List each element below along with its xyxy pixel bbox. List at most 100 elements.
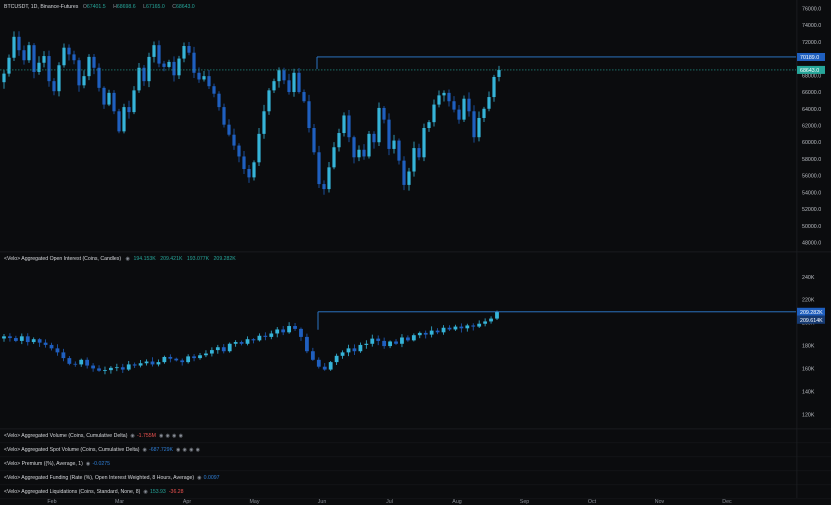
candle-body: [138, 363, 143, 366]
indicator-row[interactable]: <Velo> Premium ((%), Average, 1) ◉ -0.0275: [4, 461, 113, 467]
eye-icon[interactable]: ◉: [179, 433, 184, 439]
candle-body: [197, 72, 201, 80]
candle-body: [112, 92, 116, 112]
candle-body: [342, 115, 346, 134]
oi-title[interactable]: <Velo> Aggregated Open Interest (Coins, …: [4, 256, 121, 262]
candle-body: [144, 361, 149, 364]
indicator-row[interactable]: <Velo> Aggregated Funding (Rate (%), Ope…: [4, 475, 223, 481]
candle-body: [277, 70, 281, 82]
candle-body: [157, 45, 161, 64]
candle-body: [127, 107, 131, 113]
y-tick-label: 50000.0: [802, 224, 821, 230]
low-label: L67165.0: [143, 4, 165, 10]
candle-body: [302, 92, 306, 102]
settings-icon[interactable]: ◉: [159, 433, 164, 439]
price-axis-border: [796, 0, 798, 498]
candle-body: [107, 92, 111, 105]
indicator-title: <Velo> Aggregated Liquidations (Coins, S…: [4, 489, 141, 495]
candle-body: [487, 97, 491, 109]
candle-body: [441, 327, 446, 333]
candle-body: [322, 366, 327, 370]
indicator-title: <Velo> Aggregated Volume (Coins, Cumulat…: [4, 433, 128, 439]
x-tick-label: Dec: [722, 499, 732, 505]
candle-body: [442, 92, 446, 96]
level-price-label: 209.282K: [800, 310, 823, 316]
eye-icon[interactable]: ◉: [126, 256, 131, 262]
candle-body: [407, 171, 411, 185]
symbol-label[interactable]: BTCUSDT, 1D, Binance-Futures: [4, 4, 78, 10]
candle-body: [489, 318, 493, 322]
x-tick-label: Oct: [588, 499, 597, 505]
candle-body: [477, 323, 482, 327]
candle-body: [457, 109, 461, 120]
candle-body: [427, 122, 431, 129]
eye-icon[interactable]: ◉: [143, 447, 148, 453]
candle-body: [245, 339, 250, 344]
candle-body: [257, 133, 261, 163]
candle-body: [267, 90, 271, 112]
more-icon[interactable]: ◉: [183, 447, 188, 453]
candle-body: [423, 332, 428, 335]
candle-body: [19, 336, 24, 341]
candle-body: [346, 348, 351, 353]
y-tick-label: 64000.0: [802, 107, 821, 113]
current-price-label: 68643.0: [800, 68, 819, 74]
eye-icon[interactable]: ◉: [130, 433, 135, 439]
candle-body: [429, 330, 434, 335]
indicator-row[interactable]: <Velo> Aggregated Spot Volume (Coins, Cu…: [4, 447, 202, 453]
candle-body: [459, 326, 464, 329]
candle-body: [239, 342, 244, 344]
pane-separator: [0, 470, 831, 472]
candle-body: [435, 330, 440, 333]
y-tick-label: 76000.0: [802, 6, 821, 12]
candle-body: [198, 355, 202, 359]
eye-icon[interactable]: ◉: [197, 475, 202, 481]
candle-body: [340, 352, 345, 356]
candle-body: [103, 370, 107, 371]
chart-canvas[interactable]: 76000.074000.072000.070000.068000.066000…: [0, 0, 831, 505]
candle-body: [251, 339, 256, 341]
candle-body: [117, 111, 121, 132]
candle-body: [49, 344, 54, 349]
indicator-row[interactable]: <Velo> Aggregated Liquidations (Coins, S…: [4, 489, 187, 495]
candle-body: [97, 368, 101, 371]
candle-body: [372, 133, 376, 143]
candle-body: [437, 95, 441, 105]
candle-body: [126, 364, 131, 370]
y-tick-label: 60000.0: [802, 140, 821, 146]
eye-icon[interactable]: ◉: [196, 447, 201, 453]
indicator-row[interactable]: <Velo> Aggregated Volume (Coins, Cumulat…: [4, 433, 185, 439]
settings-icon[interactable]: ◉: [176, 447, 181, 453]
remove-icon[interactable]: ◉: [189, 447, 194, 453]
candle-body: [43, 342, 48, 345]
candle-body: [91, 365, 95, 369]
remove-icon[interactable]: ◉: [172, 433, 177, 439]
eye-icon[interactable]: ◉: [86, 461, 91, 467]
candle-body: [55, 348, 60, 353]
candle-body: [388, 341, 392, 347]
pane-separator: [0, 428, 831, 430]
candle-body: [132, 90, 136, 113]
more-icon[interactable]: ◉: [166, 433, 171, 439]
candle-body: [31, 339, 36, 343]
indicator-value: -0.0275: [92, 461, 111, 467]
y-tick-label: 220K: [802, 298, 815, 304]
candle-body: [462, 98, 466, 120]
candle-body: [182, 46, 186, 59]
candle-body: [168, 356, 173, 359]
candle-body: [27, 45, 31, 61]
eye-icon[interactable]: ◉: [143, 489, 148, 495]
candle-body: [13, 338, 18, 341]
candle-body: [79, 359, 84, 365]
candle-body: [209, 350, 214, 354]
candle-body: [52, 81, 56, 92]
candle-body: [400, 337, 404, 344]
candle-body: [232, 134, 236, 146]
candle-body: [367, 133, 371, 157]
oi-value-low: 193.077K: [186, 256, 210, 262]
candle-body: [402, 160, 406, 185]
candle-body: [352, 348, 357, 352]
x-tick-label: Nov: [655, 499, 665, 505]
x-tick-label: Feb: [47, 499, 56, 505]
candle-body: [387, 119, 391, 149]
